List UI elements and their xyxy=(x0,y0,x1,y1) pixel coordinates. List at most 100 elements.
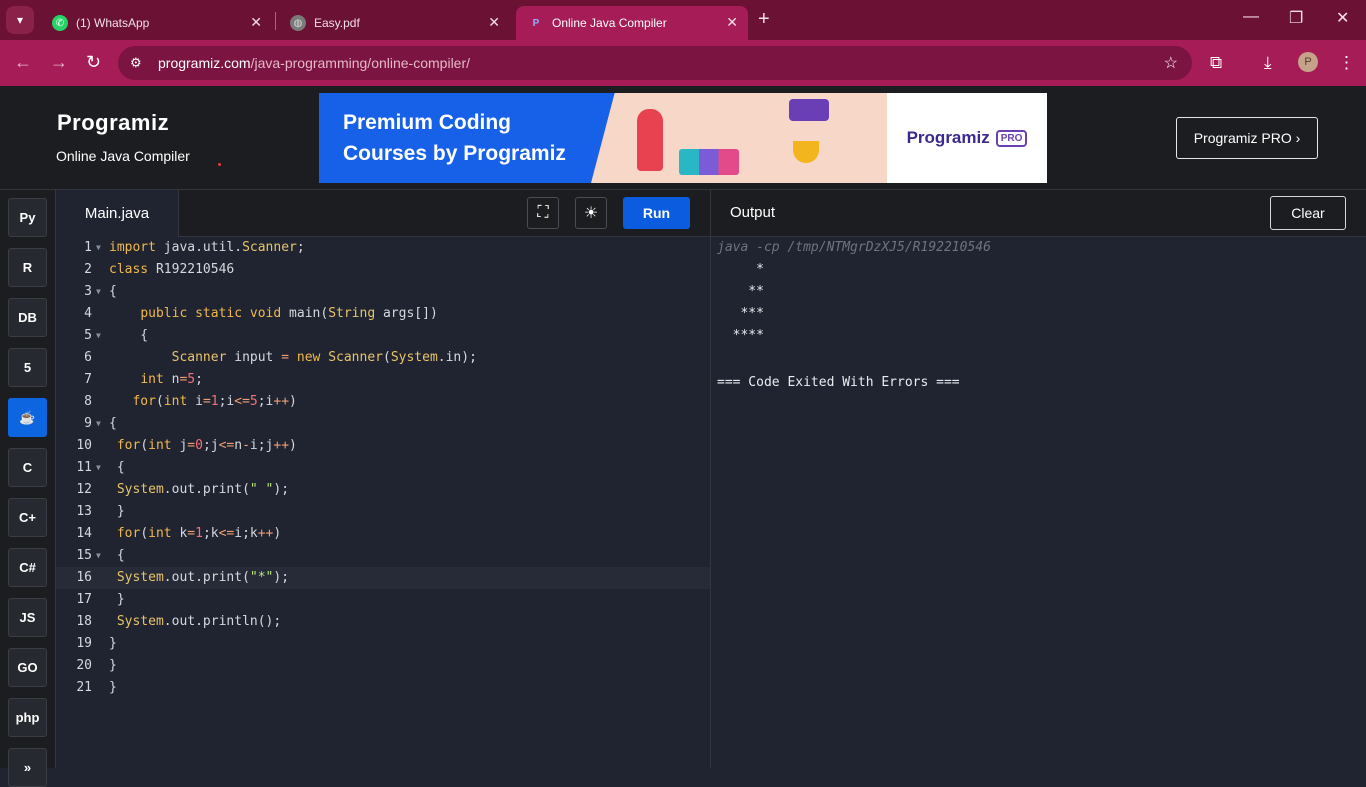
c-icon: C xyxy=(22,460,33,475)
forward-icon[interactable]: → xyxy=(50,52,68,73)
code-line[interactable]: 14 for(int k=1;k<=i;k++) xyxy=(56,523,710,545)
close-icon[interactable]: ✕ xyxy=(726,14,738,31)
whatsapp-icon: ✆ xyxy=(52,15,68,31)
code-line[interactable]: 7 int n=5; xyxy=(56,369,710,391)
fold-toggle-icon[interactable]: ▼ xyxy=(96,325,101,347)
code-text: for(int i=1;i<=5;i++) xyxy=(132,394,297,409)
code-line[interactable]: 12 System.out.print(" "); xyxy=(56,479,710,501)
fold-toggle-icon[interactable]: ▼ xyxy=(96,457,101,479)
output-line: * xyxy=(717,262,764,277)
code-line[interactable]: 4 public static void main(String args[]) xyxy=(56,303,710,325)
reload-icon[interactable]: ↻ xyxy=(86,52,101,73)
bookmark-star-icon[interactable]: ☆ xyxy=(1164,53,1178,73)
code-line[interactable]: 13 } xyxy=(56,501,710,523)
tab-easy-pdf[interactable]: ◍ Easy.pdf ✕ xyxy=(278,6,510,40)
code-line[interactable]: 2 class R192210546 xyxy=(56,259,710,281)
code-line[interactable]: 21} xyxy=(56,677,710,699)
code-line[interactable]: 19} xyxy=(56,633,710,655)
minimize-button[interactable]: — xyxy=(1243,8,1259,26)
code-line[interactable]: 17 } xyxy=(56,589,710,611)
globe-icon: ◍ xyxy=(290,15,306,31)
line-number: 11 xyxy=(76,460,92,475)
page-title: Online Java Compiler xyxy=(56,148,190,164)
code-line[interactable]: 18 System.out.println(); xyxy=(56,611,710,633)
code-line[interactable]: 8 for(int i=1;i<=5;i++) xyxy=(56,391,710,413)
code-line[interactable]: 10 for(int j=0;j<=n-i;j++) xyxy=(56,435,710,457)
language-button-php[interactable]: php xyxy=(8,698,47,737)
close-icon[interactable]: ✕ xyxy=(250,14,262,31)
code-line[interactable]: 6 Scanner input = new Scanner(System.in)… xyxy=(56,347,710,369)
code-editor[interactable]: 1 ▼ import java.util.Scanner; 2 class R19221… xyxy=(56,237,710,768)
extensions-icon[interactable]: ⧉ xyxy=(1210,53,1222,73)
tab-whatsapp[interactable]: ✆ (1) WhatsApp ✕ xyxy=(40,6,272,40)
programiz-logo[interactable]: Programiz xyxy=(57,110,169,136)
code-text: { xyxy=(109,284,117,299)
file-tab-main-java[interactable]: Main.java xyxy=(56,190,179,237)
language-button-html[interactable]: 5 xyxy=(8,348,47,387)
code-line[interactable]: 1 ▼ import java.util.Scanner; xyxy=(56,237,710,259)
fold-toggle-icon[interactable]: ▼ xyxy=(96,281,101,303)
new-tab-button[interactable]: + xyxy=(758,8,770,31)
line-number: 12 xyxy=(76,482,92,497)
code-line[interactable]: 15 ▼ { xyxy=(56,545,710,567)
code-line[interactable]: 5 ▼ { xyxy=(56,325,710,347)
address-bar[interactable]: ⚙ programiz.com/java-programming/online-… xyxy=(118,46,1192,80)
download-icon[interactable]: ⤓ xyxy=(1264,53,1272,73)
line-number: 21 xyxy=(76,680,92,695)
banner-headline: Premium Coding Courses by Programiz xyxy=(343,107,566,169)
code-line[interactable]: 16 System.out.print("*"); xyxy=(56,567,710,589)
output-line: **** xyxy=(717,328,764,343)
clear-button[interactable]: Clear xyxy=(1270,196,1346,230)
tab-online-java-compiler[interactable]: P Online Java Compiler ✕ xyxy=(516,6,748,40)
output-line: === Code Exited With Errors === xyxy=(717,375,960,390)
fold-toggle-icon[interactable]: ▼ xyxy=(96,237,101,259)
code-text: for(int k=1;k<=i;k++) xyxy=(116,526,282,541)
code-text: System.out.print("*"); xyxy=(116,570,290,585)
avatar[interactable]: P xyxy=(1298,52,1318,72)
language-button-go[interactable]: GO xyxy=(8,648,47,687)
language-button-cpp[interactable]: C+ xyxy=(8,498,47,537)
fullscreen-button[interactable]: ⛶ xyxy=(527,197,559,229)
code-text: public static void main(String args[]) xyxy=(140,306,438,321)
programiz-pro-button[interactable]: Programiz PRO › xyxy=(1176,117,1318,159)
line-number: 18 xyxy=(76,614,92,629)
theme-toggle-button[interactable]: ☀ xyxy=(575,197,607,229)
cpp-icon: C+ xyxy=(19,510,36,525)
banner-illustration xyxy=(591,93,887,183)
language-button-csharp[interactable]: C# xyxy=(8,548,47,587)
tab-search-button[interactable]: ▾ xyxy=(6,6,34,34)
line-number: 7 xyxy=(84,372,92,387)
code-line[interactable]: 11 ▼ { xyxy=(56,457,710,479)
line-number: 9 xyxy=(84,416,92,431)
line-number: 8 xyxy=(84,394,92,409)
browser-tab-strip: ▾ ✆ (1) WhatsApp ✕ ◍ Easy.pdf ✕ P Online… xyxy=(0,0,1366,40)
output-console[interactable]: java -cp /tmp/NTMgrDzXJ5/R192210546 * **… xyxy=(710,237,1366,768)
fold-toggle-icon[interactable]: ▼ xyxy=(96,413,101,435)
site-header: Programiz Online Java Compiler Premium C… xyxy=(0,86,1366,190)
run-button[interactable]: Run xyxy=(623,197,690,229)
line-number: 1 xyxy=(84,240,92,255)
restore-button[interactable]: ❐ xyxy=(1289,8,1303,28)
close-window-button[interactable]: ✕ xyxy=(1336,8,1349,28)
menu-dots-icon[interactable]: ⋮ xyxy=(1338,53,1355,73)
language-button-java[interactable]: ☕ xyxy=(8,398,47,437)
language-button-js[interactable]: JS xyxy=(8,598,47,637)
back-icon[interactable]: ← xyxy=(14,52,32,73)
banner-line-2: Courses by Programiz xyxy=(343,142,566,165)
ad-banner[interactable]: Premium Coding Courses by Programiz Prog… xyxy=(319,93,1047,183)
language-button-r[interactable]: R xyxy=(8,248,47,287)
language-button-c[interactable]: C xyxy=(8,448,47,487)
url-path: /java-programming/online-compiler/ xyxy=(250,55,471,71)
line-number: 16 xyxy=(76,570,92,585)
close-icon[interactable]: ✕ xyxy=(488,14,500,31)
language-button-python[interactable]: Py xyxy=(8,198,47,237)
code-line[interactable]: 3 ▼ { xyxy=(56,281,710,303)
language-button-sql[interactable]: DB xyxy=(8,298,47,337)
fold-toggle-icon[interactable]: ▼ xyxy=(96,545,101,567)
output-title: Output xyxy=(730,204,776,221)
site-info-icon[interactable]: ⚙ xyxy=(130,55,142,71)
code-line[interactable]: 9 ▼ { xyxy=(56,413,710,435)
line-number: 10 xyxy=(76,438,92,453)
editor-toolbar: Main.java ⛶ ☀ Run xyxy=(56,190,710,237)
code-line[interactable]: 20} xyxy=(56,655,710,677)
